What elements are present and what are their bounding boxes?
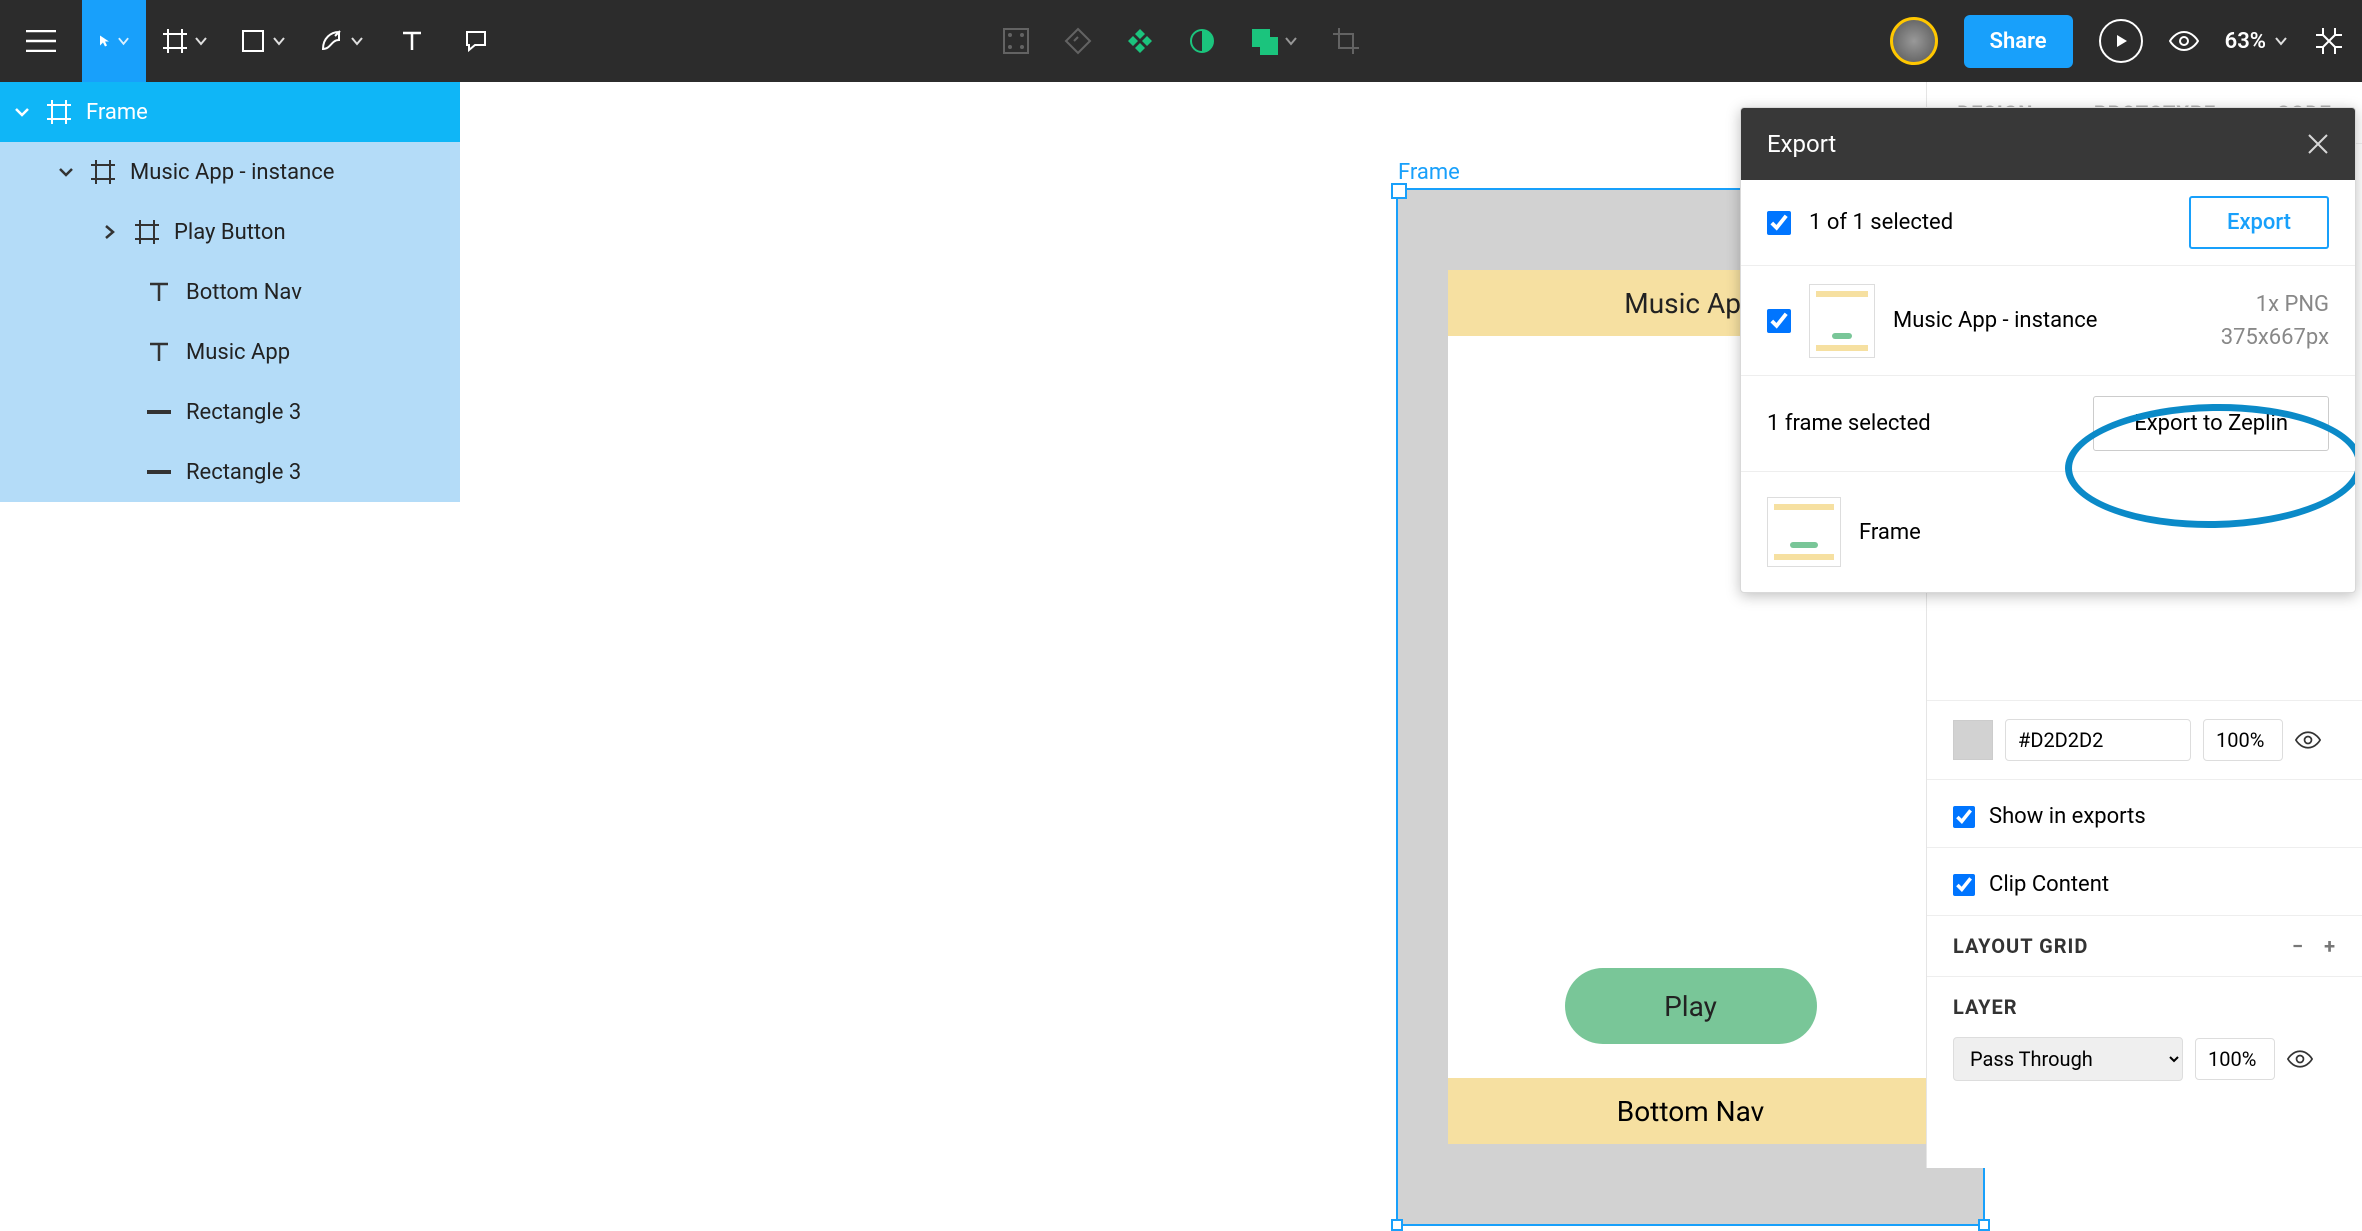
plus-icon[interactable]: + xyxy=(2324,934,2336,958)
layer-label: Frame xyxy=(86,100,148,125)
export-button[interactable]: Export xyxy=(2189,196,2329,249)
reset-icon[interactable] xyxy=(1064,27,1092,55)
move-tool[interactable] xyxy=(82,0,146,82)
layer-music-app-text[interactable]: Music App xyxy=(0,322,460,382)
topbar: Share 63% xyxy=(0,0,2362,82)
frame-label[interactable]: Frame xyxy=(1398,160,1460,185)
fill-section xyxy=(1927,700,2362,779)
export-item-row[interactable]: Music App - instance 1x PNG 375x667px xyxy=(1741,266,2355,376)
clip-content-checkbox[interactable]: Clip Content xyxy=(1953,872,2336,897)
pen-tool[interactable] xyxy=(302,0,380,82)
export-item-meta: 1x PNG 375x667px xyxy=(2221,288,2329,354)
fill-opacity-input[interactable] xyxy=(2203,719,2283,761)
toolbar-right: Share 63% xyxy=(1890,15,2362,68)
layer-heading: LAYER xyxy=(1953,995,2018,1019)
view-icon[interactable] xyxy=(2169,30,2199,52)
menu-button[interactable] xyxy=(0,0,82,82)
frames-selected-label: 1 frame selected xyxy=(1767,411,1931,436)
layer-bottom-nav[interactable]: Bottom Nav xyxy=(0,262,460,322)
layout-grid-heading: LAYOUT GRID xyxy=(1953,934,2088,958)
mask-icon[interactable] xyxy=(1188,27,1216,55)
crop-icon[interactable] xyxy=(1332,27,1360,55)
frame-item-label: Frame xyxy=(1859,520,1921,545)
visibility-icon[interactable] xyxy=(2295,730,2321,750)
layers-panel: Frame Music App - instance Play Button B… xyxy=(0,82,460,1168)
export-to-zeplin-button[interactable]: Export to Zeplin xyxy=(2093,396,2329,451)
selected-count: 1 of 1 selected xyxy=(1809,210,1953,235)
layer-label: Rectangle 3 xyxy=(186,400,301,425)
components-icon[interactable] xyxy=(1126,27,1154,55)
layer-frame-root[interactable]: Frame xyxy=(0,82,460,142)
shape-tool[interactable] xyxy=(224,0,302,82)
export-item-checkbox[interactable] xyxy=(1767,309,1791,333)
export-summary-row: 1 of 1 selected Export xyxy=(1741,180,2355,266)
layer-label: Play Button xyxy=(174,220,286,245)
fill-hex-input[interactable] xyxy=(2005,719,2191,761)
present-button[interactable] xyxy=(2099,19,2143,63)
export-title: Export xyxy=(1767,130,1836,158)
component-icon[interactable] xyxy=(1002,27,1030,55)
select-all-checkbox[interactable] xyxy=(1767,211,1791,235)
visibility-icon[interactable] xyxy=(2287,1049,2313,1069)
export-zeplin-row: 1 frame selected Export to Zeplin xyxy=(1741,376,2355,472)
layer-label: Bottom Nav xyxy=(186,280,302,305)
export-thumbnail xyxy=(1809,284,1875,358)
export-modal-header: Export xyxy=(1741,108,2355,180)
toolbar-center xyxy=(1002,27,1360,55)
layer-play-button[interactable]: Play Button xyxy=(0,202,460,262)
layer-opacity-input[interactable] xyxy=(2195,1038,2275,1080)
layer-rectangle-3a[interactable]: Rectangle 3 xyxy=(0,382,460,442)
layer-label: Music App xyxy=(186,340,290,365)
resize-icon[interactable] xyxy=(2314,26,2344,56)
layer-label: Rectangle 3 xyxy=(186,460,301,485)
zoom-control[interactable]: 63% xyxy=(2225,29,2288,54)
toolbar-left xyxy=(0,0,508,82)
layer-music-app-instance[interactable]: Music App - instance xyxy=(0,142,460,202)
boolean-tool[interactable] xyxy=(1250,27,1298,55)
export-item-name: Music App - instance xyxy=(1893,308,2097,333)
layer-rectangle-3b[interactable]: Rectangle 3 xyxy=(0,442,460,502)
minus-icon[interactable]: − xyxy=(2292,934,2304,958)
fill-swatch[interactable] xyxy=(1953,720,1993,760)
zoom-value: 63% xyxy=(2225,29,2266,54)
play-button: Play xyxy=(1565,968,1817,1044)
share-button[interactable]: Share xyxy=(1964,15,2073,68)
text-tool[interactable] xyxy=(380,0,444,82)
export-frame-row[interactable]: Frame xyxy=(1741,472,2355,592)
app-footer: Bottom Nav xyxy=(1448,1078,1933,1144)
frame-thumbnail xyxy=(1767,497,1841,567)
show-in-exports-checkbox[interactable]: Show in exports xyxy=(1953,804,2336,829)
avatar[interactable] xyxy=(1890,17,1938,65)
close-icon[interactable] xyxy=(2307,133,2329,155)
blend-mode-select[interactable]: Pass Through xyxy=(1953,1037,2183,1081)
layer-label: Music App - instance xyxy=(130,160,334,185)
export-modal: Export 1 of 1 selected Export Music App … xyxy=(1740,107,2356,593)
comment-tool[interactable] xyxy=(444,0,508,82)
frame-tool[interactable] xyxy=(146,0,224,82)
